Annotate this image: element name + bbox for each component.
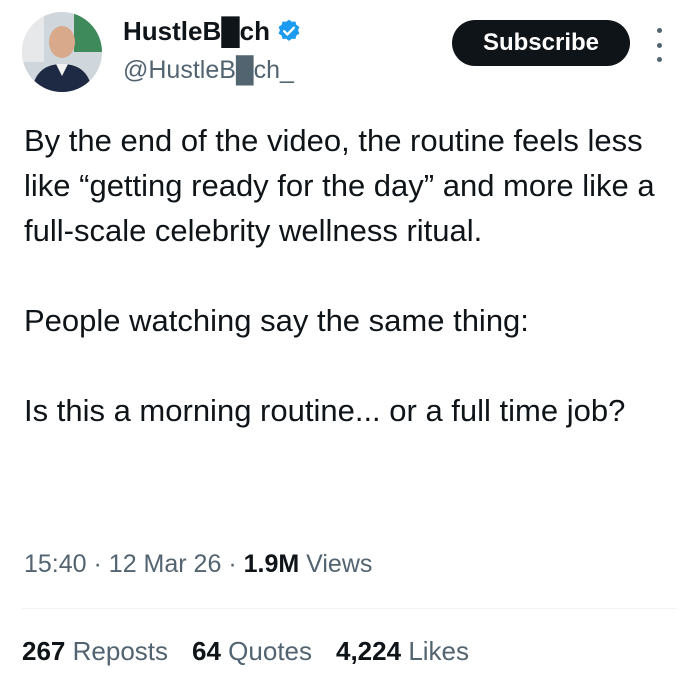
author-handle[interactable]: @HustleB█ch_ <box>123 56 294 85</box>
tweet-time[interactable]: 15:40 <box>24 550 87 578</box>
views-count: 1.9M <box>243 550 300 578</box>
reposts-stat[interactable]: 267 Reposts <box>22 636 168 667</box>
quotes-label: Quotes <box>228 636 312 666</box>
quotes-count: 64 <box>192 636 221 666</box>
display-name[interactable]: HustleB█ch <box>123 16 270 47</box>
views-label: Views <box>306 550 373 578</box>
separator-dot: · <box>228 550 244 578</box>
reposts-count: 267 <box>22 636 66 666</box>
subscribe-button[interactable]: Subscribe <box>452 20 630 66</box>
tweet-date[interactable]: 12 Mar 26 <box>109 550 222 578</box>
avatar[interactable] <box>22 12 102 92</box>
tweet-paragraph: Is this a morning routine... or a full t… <box>24 393 626 428</box>
likes-label: Likes <box>408 636 470 666</box>
engagement-stats: 267 Reposts 64 Quotes 4,224 Likes <box>22 636 469 667</box>
separator-dot: · <box>93 550 109 578</box>
verified-badge-icon <box>276 18 302 44</box>
tweet-card: HustleB█ch @HustleB█ch_ Subscribe By the… <box>0 0 700 690</box>
likes-stat[interactable]: 4,224 Likes <box>336 636 469 667</box>
reposts-label: Reposts <box>72 636 169 666</box>
tweet-metadata: 15:40 · 12 Mar 26 · 1.9M Views <box>24 550 372 579</box>
quotes-stat[interactable]: 64 Quotes <box>192 636 312 667</box>
tweet-paragraph: By the end of the video, the routine fee… <box>24 123 655 248</box>
tweet-paragraph: People watching say the same thing: <box>24 303 529 338</box>
author-name-row: HustleB█ch <box>123 14 302 48</box>
tweet-text: By the end of the video, the routine fee… <box>24 118 674 433</box>
divider <box>22 608 676 609</box>
likes-count: 4,224 <box>336 636 402 666</box>
more-options-icon[interactable] <box>648 28 670 62</box>
